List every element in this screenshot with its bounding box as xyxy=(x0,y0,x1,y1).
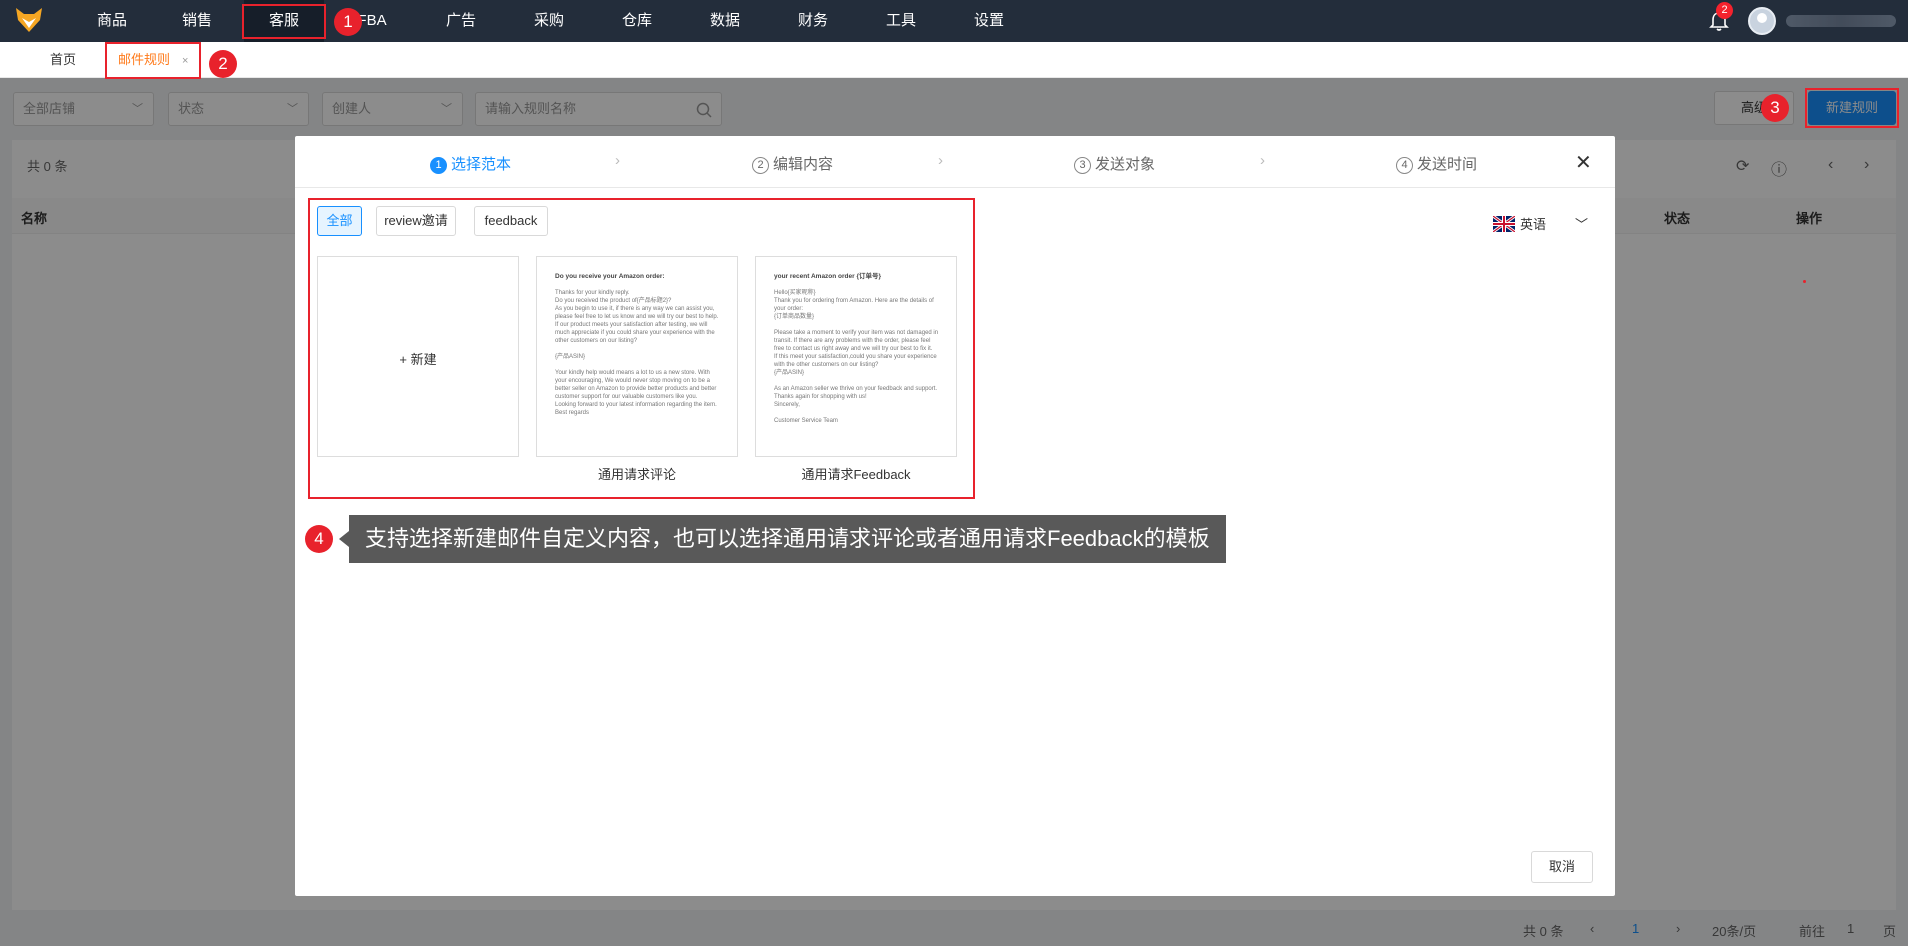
step-select-template[interactable]: 1 选择范本 xyxy=(430,153,511,174)
annotation-box-new-rule xyxy=(1805,88,1899,128)
nav-item-ads[interactable]: 广告 xyxy=(441,0,481,42)
step-label: 发送时间 xyxy=(1417,156,1478,173)
avatar[interactable] xyxy=(1748,7,1776,35)
nav-item-purchase[interactable]: 采购 xyxy=(529,0,569,42)
step-label: 编辑内容 xyxy=(773,156,834,173)
uk-flag-icon xyxy=(1493,216,1515,232)
annotation-tooltip: 支持选择新建邮件自定义内容，也可以选择通用请求评论或者通用请求Feedback的… xyxy=(349,515,1226,563)
nav-item-data[interactable]: 数据 xyxy=(705,0,745,42)
step-number: 3 xyxy=(1074,157,1091,174)
steps-bar: 1 选择范本 › 2 编辑内容 › 3 发送对象 › 4 发送时间 ✕ xyxy=(295,136,1615,188)
chevron-down-icon[interactable]: ﹀ xyxy=(1575,214,1588,233)
annotation-badge: 2 xyxy=(209,50,237,78)
annotation-badge: 4 xyxy=(305,525,333,553)
annotation-box-nav xyxy=(242,4,326,39)
tooltip-arrow xyxy=(339,531,349,547)
chevron-right-icon: › xyxy=(938,152,943,169)
nav-item-settings[interactable]: 设置 xyxy=(969,0,1009,42)
fox-logo-icon[interactable] xyxy=(14,6,44,34)
step-number: 2 xyxy=(752,157,769,174)
annotation-box-tab xyxy=(105,42,201,79)
annotation-badge: 3 xyxy=(1761,94,1789,122)
annotation-badge: 1 xyxy=(334,8,362,36)
tab-home[interactable]: 首页 xyxy=(50,42,76,78)
step-send-time[interactable]: 4 发送时间 xyxy=(1396,153,1477,174)
chevron-right-icon: › xyxy=(1260,152,1265,169)
step-label: 发送对象 xyxy=(1095,156,1156,173)
close-icon[interactable]: ✕ xyxy=(1575,150,1592,175)
nav-item-sales[interactable]: 销售 xyxy=(177,0,217,42)
cancel-button[interactable]: 取消 xyxy=(1531,851,1593,883)
language-value: 英语 xyxy=(1520,217,1547,232)
nav-item-warehouse[interactable]: 仓库 xyxy=(617,0,657,42)
step-number: 4 xyxy=(1396,157,1413,174)
nav-item-finance[interactable]: 财务 xyxy=(793,0,833,42)
red-dot-marker xyxy=(1803,280,1806,283)
chevron-right-icon: › xyxy=(615,152,620,169)
nav-item-products[interactable]: 商品 xyxy=(92,0,132,42)
step-send-target[interactable]: 3 发送对象 xyxy=(1074,153,1155,174)
language-select[interactable]: 英语 xyxy=(1493,214,1546,233)
step-edit-content[interactable]: 2 编辑内容 xyxy=(752,153,833,174)
notification-badge: 2 xyxy=(1716,2,1733,19)
tab-bar: 首页 邮件规则 × xyxy=(0,42,1908,78)
step-number: 1 xyxy=(430,157,447,174)
step-label: 选择范本 xyxy=(451,156,512,173)
username-redacted[interactable] xyxy=(1786,15,1896,27)
nav-item-tools[interactable]: 工具 xyxy=(881,0,921,42)
annotation-box-templates xyxy=(308,198,975,499)
